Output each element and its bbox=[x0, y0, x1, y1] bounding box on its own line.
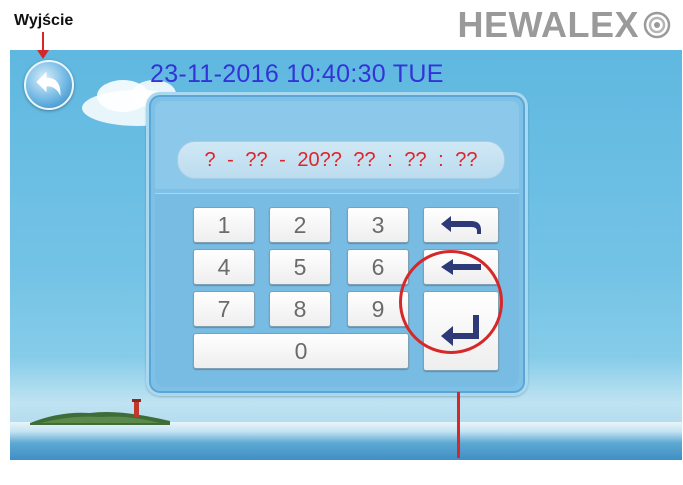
key-7[interactable]: 7 bbox=[193, 291, 255, 327]
key-3[interactable]: 3 bbox=[347, 207, 409, 243]
datetime-display: 23-11-2016 10:40:30 TUE bbox=[150, 60, 444, 88]
key-6[interactable]: 6 bbox=[347, 249, 409, 285]
brand-logo: HEWALEX bbox=[457, 4, 671, 46]
undo-button[interactable] bbox=[423, 207, 499, 243]
hewalex-logo-icon bbox=[643, 11, 671, 39]
dialog-header-area: ? - ?? - 20?? ?? : ?? : ?? bbox=[155, 101, 519, 189]
key-4[interactable]: 4 bbox=[193, 249, 255, 285]
enter-pointer-line bbox=[457, 392, 460, 458]
key-2[interactable]: 2 bbox=[269, 207, 331, 243]
key-8[interactable]: 8 bbox=[269, 291, 331, 327]
sea-horizon bbox=[10, 422, 682, 460]
exit-pointer-arrowhead bbox=[37, 50, 49, 59]
exit-annotation-label: Wyjście bbox=[14, 12, 74, 29]
enter-highlight-circle bbox=[399, 250, 503, 354]
island-decoration bbox=[30, 399, 170, 425]
key-5[interactable]: 5 bbox=[269, 249, 331, 285]
device-screen: 23-11-2016 10:40:30 TUE ? - ?? - 20?? ??… bbox=[10, 50, 682, 460]
exit-back-button[interactable] bbox=[24, 60, 74, 110]
undo-arrow-icon bbox=[441, 216, 481, 234]
back-arrow-icon bbox=[36, 71, 61, 96]
key-0[interactable]: 0 bbox=[193, 333, 409, 369]
brand-name: HEWALEX bbox=[457, 4, 639, 45]
date-time-input-value: ? - ?? - 20?? ?? : ?? : ?? bbox=[204, 148, 478, 171]
date-time-input-field[interactable]: ? - ?? - 20?? ?? : ?? : ?? bbox=[177, 141, 505, 179]
date-time-dialog: ? - ?? - 20?? ?? : ?? : ?? 1 2 3 4 5 6 7… bbox=[146, 92, 528, 396]
key-1[interactable]: 1 bbox=[193, 207, 255, 243]
